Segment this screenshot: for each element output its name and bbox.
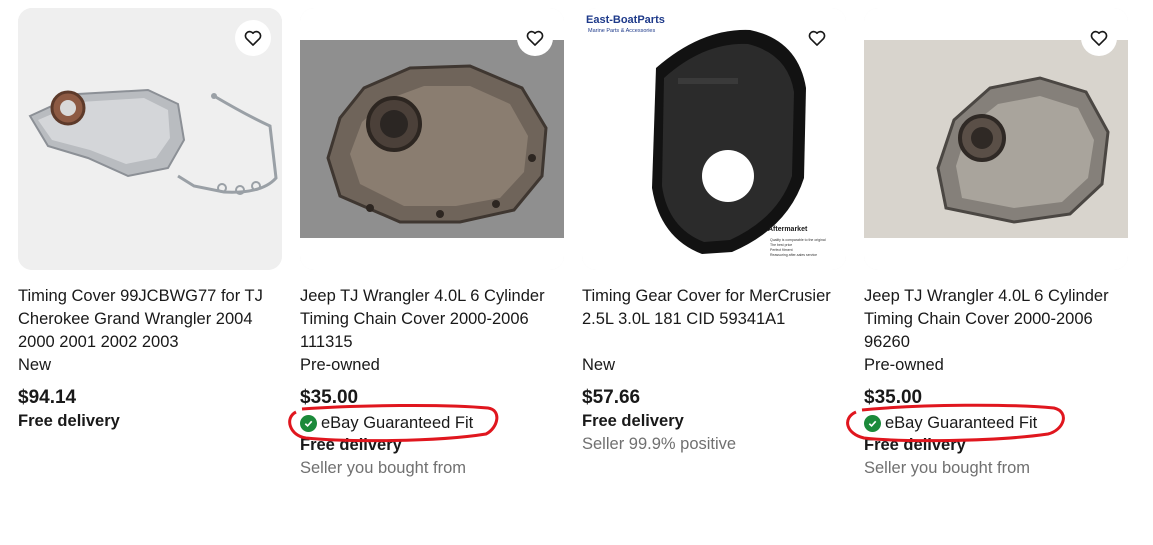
watch-heart-icon[interactable]	[517, 20, 553, 56]
listing-title[interactable]: Jeep TJ Wrangler 4.0L 6 Cylinder Timing …	[300, 285, 564, 354]
listing-card-3[interactable]: East-BoatParts Marine Parts & Accessorie…	[582, 8, 846, 456]
listing-image[interactable]: East-BoatParts Marine Parts & Accessorie…	[582, 8, 846, 270]
listing-condition: New	[18, 356, 52, 374]
listing-card-2[interactable]: Jeep TJ Wrangler 4.0L 6 Cylinder Timing …	[288, 8, 564, 480]
guaranteed-fit-label: eBay Guaranteed Fit	[321, 414, 474, 432]
seller-info: Seller 99.9% positive	[582, 435, 737, 453]
listing-title[interactable]: Jeep TJ Wrangler 4.0L 6 Cylinder Timing …	[864, 285, 1128, 354]
seller-info: Seller you bought from	[300, 459, 467, 477]
watermark-tagline: Marine Parts & Accessories	[588, 28, 656, 34]
check-circle-icon	[864, 414, 881, 432]
listing-card-1[interactable]: Timing Cover 99JCBWG77 for TJ Cherokee G…	[18, 8, 282, 433]
listing-delivery: Free delivery	[300, 436, 402, 454]
seller-info: Seller you bought from	[864, 459, 1031, 477]
listing-price: $35.00	[300, 387, 359, 408]
listing-condition: New	[582, 356, 616, 374]
guaranteed-fit-badge: eBay Guaranteed Fit	[288, 403, 564, 443]
listing-delivery: Free delivery	[582, 412, 684, 430]
listing-card-4[interactable]: Jeep TJ Wrangler 4.0L 6 Cylinder Timing …	[846, 8, 1128, 480]
watch-heart-icon[interactable]	[235, 20, 271, 56]
listing-condition: Pre-owned	[864, 356, 944, 374]
listing-delivery: Free delivery	[18, 412, 120, 430]
listing-image[interactable]	[18, 8, 282, 270]
feature-bullet: Reassuring after-sales service	[770, 253, 818, 257]
guaranteed-fit-label: eBay Guaranteed Fit	[885, 414, 1038, 432]
listing-image[interactable]	[864, 8, 1128, 270]
watch-heart-icon[interactable]	[799, 20, 835, 56]
listing-title[interactable]: Timing Cover 99JCBWG77 for TJ Cherokee G…	[18, 285, 282, 354]
listing-price: $35.00	[864, 387, 923, 408]
watch-heart-icon[interactable]	[1081, 20, 1117, 56]
listing-delivery: Free delivery	[864, 436, 966, 454]
listing-image[interactable]	[300, 8, 564, 270]
listing-price: $94.14	[18, 387, 77, 408]
listing-condition: Pre-owned	[300, 356, 380, 374]
aftermarket-label: Aftermarket	[768, 226, 808, 233]
listing-price: $57.66	[582, 387, 641, 408]
listing-title[interactable]: Timing Gear Cover for MerCrusier 2.5L 3.…	[582, 285, 846, 354]
check-circle-icon	[300, 414, 317, 432]
guaranteed-fit-badge: eBay Guaranteed Fit	[846, 403, 1128, 443]
watermark-brand: East-BoatParts	[586, 14, 665, 26]
